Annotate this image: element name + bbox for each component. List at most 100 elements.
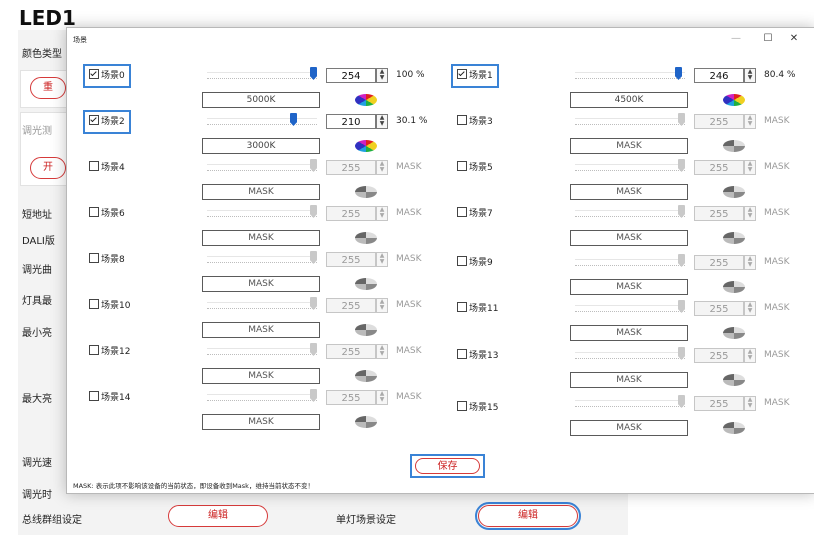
- scene-level-input[interactable]: 255: [326, 252, 376, 267]
- disabled-color-wheel-icon[interactable]: [355, 416, 377, 428]
- disabled-color-wheel-icon[interactable]: [355, 278, 377, 290]
- scene-level-spinner[interactable]: ▲ ▼: [376, 252, 388, 267]
- maximize-icon[interactable]: ☐: [761, 33, 775, 44]
- scene-slider-track[interactable]: [207, 348, 317, 355]
- scene-slider-track[interactable]: [207, 256, 317, 263]
- scene-level-input[interactable]: 255: [326, 298, 376, 313]
- scene-slider-track[interactable]: [575, 305, 685, 312]
- scene-color-temp-input[interactable]: MASK: [202, 368, 320, 384]
- save-button[interactable]: 保存: [410, 454, 485, 478]
- scene-checkbox-8[interactable]: 场景8: [89, 250, 125, 270]
- scene-color-temp-input[interactable]: MASK: [570, 184, 688, 200]
- scene-color-temp-input[interactable]: 4500K: [570, 92, 688, 108]
- disabled-color-wheel-icon[interactable]: [723, 422, 745, 434]
- scene-color-temp-input[interactable]: MASK: [202, 276, 320, 292]
- disabled-color-wheel-icon[interactable]: [355, 370, 377, 382]
- single-scene-edit-button[interactable]: 编辑: [475, 502, 581, 530]
- scene-checkbox-15[interactable]: 场景15: [457, 398, 498, 418]
- scene-color-temp-input[interactable]: MASK: [570, 372, 688, 388]
- scene-level-spinner[interactable]: ▲ ▼: [744, 114, 756, 129]
- scene-level-input[interactable]: 255: [694, 301, 744, 316]
- scene-level-spinner[interactable]: ▲ ▼: [376, 390, 388, 405]
- disabled-color-wheel-icon[interactable]: [723, 140, 745, 152]
- disabled-color-wheel-icon[interactable]: [355, 324, 377, 336]
- color-wheel-icon[interactable]: [723, 94, 745, 106]
- scene-level-input[interactable]: 255: [694, 160, 744, 175]
- scene-level-input[interactable]: 254: [326, 68, 376, 83]
- disabled-color-wheel-icon[interactable]: [723, 281, 745, 293]
- close-icon[interactable]: ✕: [787, 33, 801, 44]
- scene-checkbox-4[interactable]: 场景4: [89, 158, 125, 178]
- scene-level-input[interactable]: 255: [694, 348, 744, 363]
- scene-checkbox-10[interactable]: 场景10: [89, 296, 130, 316]
- scene-level-input[interactable]: 255: [694, 396, 744, 411]
- scene-checkbox-6[interactable]: 场景6: [89, 204, 125, 224]
- scene-level-spinner[interactable]: ▲ ▼: [376, 68, 388, 83]
- scene-slider-track[interactable]: [575, 352, 685, 359]
- disabled-color-wheel-icon[interactable]: [723, 232, 745, 244]
- scene-color-temp-input[interactable]: MASK: [570, 325, 688, 341]
- scene-level-spinner[interactable]: ▲ ▼: [744, 255, 756, 270]
- scene-color-temp-input[interactable]: MASK: [202, 322, 320, 338]
- disabled-color-wheel-icon[interactable]: [723, 374, 745, 386]
- scene-checkbox-13[interactable]: 场景13: [457, 346, 498, 366]
- disabled-color-wheel-icon[interactable]: [723, 327, 745, 339]
- color-wheel-icon[interactable]: [355, 140, 377, 152]
- color-wheel-icon[interactable]: [355, 94, 377, 106]
- scene-level-spinner[interactable]: ▲ ▼: [744, 301, 756, 316]
- scene-level-input[interactable]: 210: [326, 114, 376, 129]
- scene-slider-track[interactable]: [207, 210, 317, 217]
- scene-checkbox-11[interactable]: 场景11: [457, 299, 498, 319]
- scene-color-temp-input[interactable]: 5000K: [202, 92, 320, 108]
- scene-color-temp-input[interactable]: MASK: [570, 138, 688, 154]
- scene-level-input[interactable]: 255: [694, 206, 744, 221]
- scene-color-temp-input[interactable]: MASK: [202, 230, 320, 246]
- minimize-icon[interactable]: —: [729, 33, 743, 44]
- scene-color-temp-input[interactable]: MASK: [570, 279, 688, 295]
- scene-level-spinner[interactable]: ▲ ▼: [376, 160, 388, 175]
- scene-level-spinner[interactable]: ▲ ▼: [376, 344, 388, 359]
- disabled-color-wheel-icon[interactable]: [723, 186, 745, 198]
- scene-slider-track[interactable]: [575, 259, 685, 266]
- scene-slider-track[interactable]: [207, 72, 317, 79]
- disabled-color-wheel-icon[interactable]: [355, 186, 377, 198]
- scene-slider-track[interactable]: [575, 164, 685, 171]
- scene-level-spinner[interactable]: ▲ ▼: [376, 298, 388, 313]
- scene-slider-track[interactable]: [207, 394, 317, 401]
- scene-level-spinner[interactable]: ▲ ▼: [376, 114, 388, 129]
- scene-level-input[interactable]: 255: [694, 114, 744, 129]
- scene-level-input[interactable]: 255: [694, 255, 744, 270]
- scene-color-temp-input[interactable]: 3000K: [202, 138, 320, 154]
- scene-color-temp-input[interactable]: MASK: [570, 420, 688, 436]
- scene-checkbox-1[interactable]: 场景1: [451, 64, 499, 88]
- fragment-button-1[interactable]: 重: [30, 77, 66, 99]
- scene-checkbox-7[interactable]: 场景7: [457, 204, 493, 224]
- scene-level-spinner[interactable]: ▲ ▼: [376, 206, 388, 221]
- scene-slider-track[interactable]: [207, 164, 317, 171]
- scene-checkbox-12[interactable]: 场景12: [89, 342, 130, 362]
- scene-slider-track[interactable]: [207, 118, 317, 125]
- scene-level-input[interactable]: 255: [326, 160, 376, 175]
- scene-checkbox-14[interactable]: 场景14: [89, 388, 130, 408]
- scene-slider-track[interactable]: [575, 400, 685, 407]
- scene-level-spinner[interactable]: ▲ ▼: [744, 206, 756, 221]
- scene-checkbox-5[interactable]: 场景5: [457, 158, 493, 178]
- scene-color-temp-input[interactable]: MASK: [202, 414, 320, 430]
- scene-checkbox-2[interactable]: 场景2: [83, 110, 131, 134]
- scene-level-input[interactable]: 255: [326, 390, 376, 405]
- disabled-color-wheel-icon[interactable]: [355, 232, 377, 244]
- scene-checkbox-0[interactable]: 场景0: [83, 64, 131, 88]
- bus-group-edit-button[interactable]: 编辑: [168, 505, 268, 527]
- scene-level-input[interactable]: 255: [326, 344, 376, 359]
- fragment-button-2[interactable]: 开: [30, 157, 66, 179]
- scene-slider-track[interactable]: [575, 210, 685, 217]
- scene-level-spinner[interactable]: ▲ ▼: [744, 396, 756, 411]
- scene-slider-track[interactable]: [575, 72, 685, 79]
- scene-level-spinner[interactable]: ▲ ▼: [744, 160, 756, 175]
- scene-level-input[interactable]: 246: [694, 68, 744, 83]
- scene-checkbox-9[interactable]: 场景9: [457, 253, 493, 273]
- scene-level-spinner[interactable]: ▲ ▼: [744, 68, 756, 83]
- scene-color-temp-input[interactable]: MASK: [570, 230, 688, 246]
- scene-slider-track[interactable]: [207, 302, 317, 309]
- scene-level-input[interactable]: 255: [326, 206, 376, 221]
